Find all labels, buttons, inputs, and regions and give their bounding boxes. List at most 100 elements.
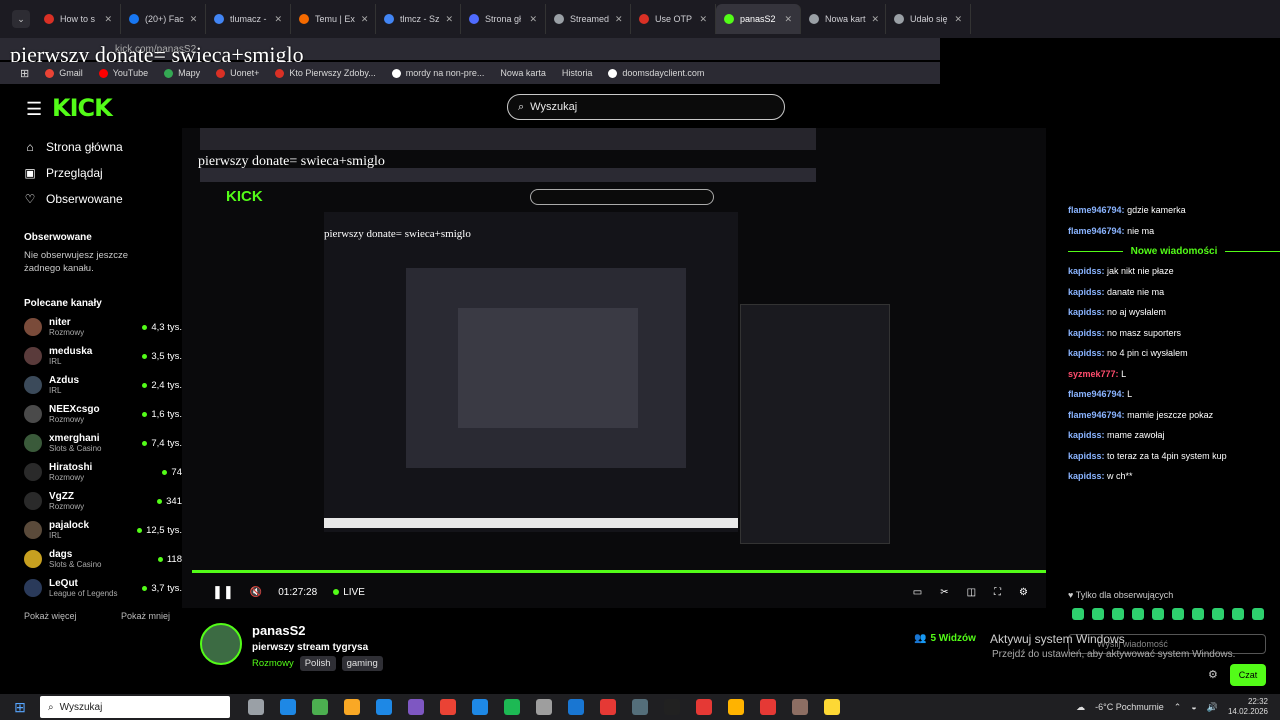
bookmark-item[interactable]: Nowa karta bbox=[500, 68, 546, 78]
taskbar-app-icon[interactable] bbox=[344, 699, 360, 715]
chat-username[interactable]: kapidss: bbox=[1068, 430, 1105, 440]
taskbar-search[interactable]: ⌕ Wyszukaj bbox=[40, 696, 230, 718]
channel-item[interactable]: pajalock IRL 12,5 tys. bbox=[12, 516, 182, 545]
close-icon[interactable]: ✕ bbox=[446, 14, 454, 25]
taskbar-app-icon[interactable] bbox=[728, 699, 744, 715]
taskbar-app-icon[interactable] bbox=[280, 699, 296, 715]
taskbar-app-icon[interactable] bbox=[696, 699, 712, 715]
browser-tab[interactable]: Strona gł ✕ bbox=[461, 4, 546, 34]
stream-category[interactable]: Rozmowy bbox=[252, 658, 294, 669]
theater-mode-icon[interactable]: ▭ bbox=[913, 587, 922, 598]
emote-icon[interactable] bbox=[1212, 608, 1224, 620]
stream-tag[interactable]: Polish bbox=[299, 656, 336, 671]
chat-username[interactable]: flame946794: bbox=[1068, 205, 1125, 215]
chat-username[interactable]: kapidss: bbox=[1068, 266, 1105, 276]
taskbar-app-icon[interactable] bbox=[440, 699, 456, 715]
channel-item[interactable]: LeQut League of Legends 3,7 tys. bbox=[12, 574, 182, 603]
taskbar-app-icon[interactable] bbox=[792, 699, 808, 715]
taskbar-app-icon[interactable] bbox=[632, 699, 648, 715]
channel-item[interactable]: xmerghani Slots & Casino 7,4 tys. bbox=[12, 429, 182, 458]
taskbar-app-icon[interactable] bbox=[472, 699, 488, 715]
browser-tab[interactable]: Nowa kart ✕ bbox=[801, 4, 886, 34]
browser-tab[interactable]: How to s ✕ bbox=[36, 4, 121, 34]
emote-icon[interactable] bbox=[1192, 608, 1204, 620]
chat-username[interactable]: flame946794: bbox=[1068, 410, 1125, 420]
close-icon[interactable]: ✕ bbox=[784, 14, 792, 25]
taskbar-app-icon[interactable] bbox=[312, 699, 328, 715]
bookmark-item[interactable]: Mapy bbox=[164, 68, 200, 78]
close-icon[interactable]: ✕ bbox=[529, 14, 537, 25]
browser-tab[interactable]: Udało się ✕ bbox=[886, 4, 971, 34]
windows-start-icon[interactable]: ⊞ bbox=[0, 699, 40, 716]
channel-item[interactable]: Azdus IRL 2,4 tys. bbox=[12, 371, 182, 400]
show-more-link[interactable]: Pokaż więcej bbox=[24, 611, 77, 621]
bookmark-item[interactable]: doomsdayclient.com bbox=[608, 68, 704, 78]
bookmark-item[interactable]: Historia bbox=[562, 68, 593, 78]
chat-username[interactable]: kapidss: bbox=[1068, 328, 1105, 338]
chat-settings-icon[interactable]: ⚙ bbox=[1208, 668, 1218, 681]
clip-icon[interactable]: ✂ bbox=[940, 587, 948, 598]
browser-tab[interactable]: Streamed ✕ bbox=[546, 4, 631, 34]
chat-username[interactable]: kapidss: bbox=[1068, 287, 1105, 297]
emote-icon[interactable] bbox=[1152, 608, 1164, 620]
taskbar-app-icon[interactable] bbox=[536, 699, 552, 715]
taskbar-app-icon[interactable] bbox=[408, 699, 424, 715]
streamer-avatar[interactable] bbox=[200, 623, 242, 665]
emote-icon[interactable] bbox=[1252, 608, 1264, 620]
clock[interactable]: 22:32 14.02.2026 bbox=[1228, 697, 1268, 716]
close-icon[interactable]: ✕ bbox=[104, 14, 112, 25]
bookmark-item[interactable]: Uonet+ bbox=[216, 68, 259, 78]
taskbar-app-icon[interactable] bbox=[824, 699, 840, 715]
taskbar-app-icon[interactable] bbox=[760, 699, 776, 715]
taskbar-app-icon[interactable] bbox=[664, 699, 680, 715]
pip-icon[interactable]: ◫ bbox=[967, 587, 976, 598]
channel-item[interactable]: dags Slots & Casino 118 bbox=[12, 545, 182, 574]
tray-chevron-icon[interactable]: ⌃ bbox=[1174, 702, 1182, 713]
chat-username[interactable]: kapidss: bbox=[1068, 471, 1105, 481]
close-icon[interactable]: ✕ bbox=[954, 14, 962, 25]
show-less-link[interactable]: Pokaż mniej bbox=[121, 611, 170, 621]
bookmark-item[interactable]: YouTube bbox=[98, 68, 148, 78]
bookmark-item[interactable]: Kto Pierwszy Zdoby... bbox=[275, 68, 376, 78]
tab-list-dropdown-icon[interactable]: ⌄ bbox=[12, 10, 30, 28]
video-player[interactable]: pierwszy donate= swieca+smiglo KICK pier… bbox=[182, 128, 1046, 608]
fullscreen-icon[interactable]: ⛶ bbox=[994, 587, 1001, 598]
search-input[interactable]: ⌕ Wyszukaj bbox=[507, 94, 785, 120]
channel-item[interactable]: meduska IRL 3,5 tys. bbox=[12, 342, 182, 371]
taskbar-app-icon[interactable] bbox=[568, 699, 584, 715]
sidebar-nav-item[interactable]: ♡ Obserwowane bbox=[12, 186, 182, 212]
bookmark-item[interactable]: Gmail bbox=[45, 68, 83, 78]
apps-grid-icon[interactable]: ⊞ bbox=[20, 67, 29, 80]
emote-bar[interactable] bbox=[1050, 608, 1280, 620]
menu-icon[interactable]: ☰ bbox=[26, 99, 42, 120]
taskbar-app-icon[interactable] bbox=[504, 699, 520, 715]
video-progress-bar[interactable] bbox=[192, 570, 1046, 573]
chat-username[interactable]: kapidss: bbox=[1068, 307, 1105, 317]
mute-icon[interactable]: 🔇 bbox=[250, 587, 262, 598]
chat-username[interactable]: kapidss: bbox=[1068, 348, 1105, 358]
browser-tab[interactable]: tlmcz - Sz ✕ bbox=[376, 4, 461, 34]
chat-username[interactable]: flame946794: bbox=[1068, 226, 1125, 236]
browser-tab[interactable]: Temu | Ex ✕ bbox=[291, 4, 376, 34]
close-icon[interactable]: ✕ bbox=[274, 14, 282, 25]
close-icon[interactable]: ✕ bbox=[615, 14, 623, 25]
taskbar-app-icon[interactable] bbox=[248, 699, 264, 715]
bookmark-item[interactable]: mordy na non-pre... bbox=[391, 68, 484, 78]
emote-icon[interactable] bbox=[1072, 608, 1084, 620]
chat-send-button[interactable]: Czat bbox=[1230, 664, 1266, 686]
volume-icon[interactable]: 🔊 bbox=[1207, 702, 1218, 713]
close-icon[interactable]: ✕ bbox=[699, 14, 707, 25]
chat-username[interactable]: syzmek777: bbox=[1068, 369, 1119, 379]
taskbar-app-icon[interactable] bbox=[600, 699, 616, 715]
sidebar-nav-item[interactable]: ⌂ Strona główna bbox=[12, 134, 182, 160]
emote-icon[interactable] bbox=[1232, 608, 1244, 620]
pause-icon[interactable]: ❚❚ bbox=[212, 584, 234, 600]
close-icon[interactable]: ✕ bbox=[361, 14, 369, 25]
browser-tab[interactable]: (20+) Fac ✕ bbox=[121, 4, 206, 34]
streamer-name[interactable]: panasS2 bbox=[252, 623, 305, 638]
network-icon[interactable]: ◒ bbox=[1191, 702, 1196, 712]
close-icon[interactable]: ✕ bbox=[190, 14, 198, 25]
chat-username[interactable]: kapidss: bbox=[1068, 451, 1105, 461]
channel-item[interactable]: niter Rozmowy 4,3 tys. bbox=[12, 313, 182, 342]
browser-tab[interactable]: tlumacz - ✕ bbox=[206, 4, 291, 34]
